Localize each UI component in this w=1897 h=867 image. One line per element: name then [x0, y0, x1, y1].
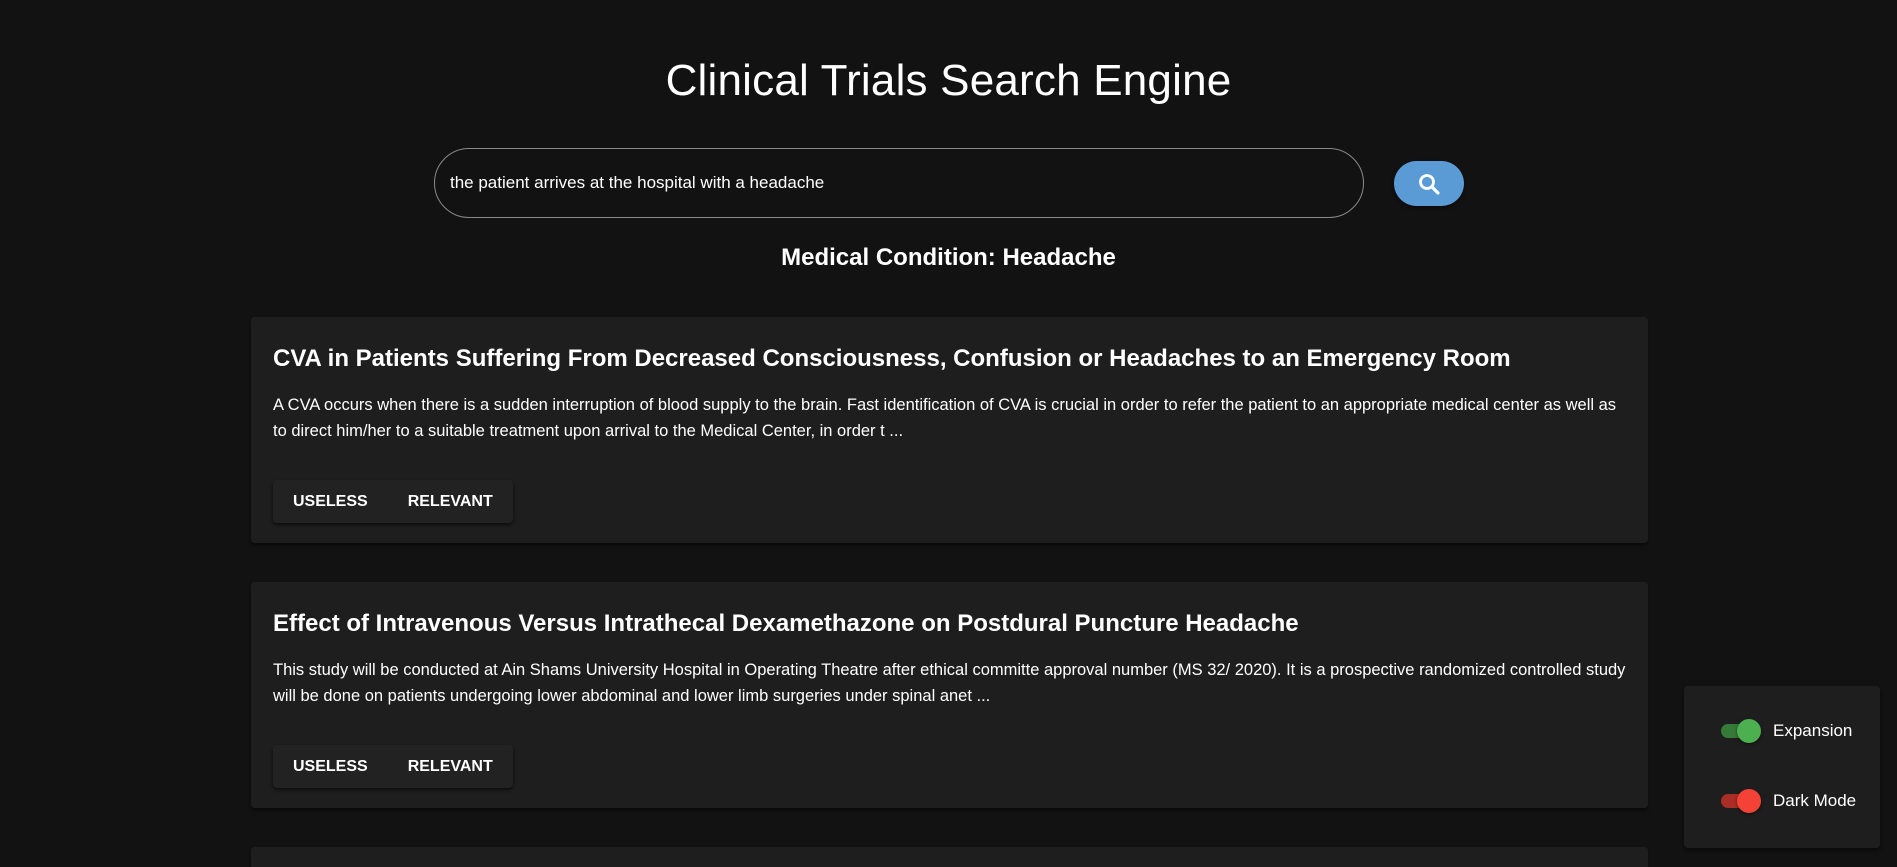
search-button[interactable]: [1394, 161, 1464, 206]
relevant-button[interactable]: RELEVANT: [388, 745, 513, 788]
useless-button[interactable]: USELESS: [273, 480, 388, 523]
search-icon: [1419, 173, 1440, 195]
result-title: Effect of Intravenous Versus Intrathecal…: [273, 610, 1299, 637]
result-actions: USELESS RELEVANT: [273, 745, 513, 788]
search-input[interactable]: [434, 148, 1364, 218]
dark-mode-label: Dark Mode: [1773, 791, 1857, 810]
dark-mode-toggle-row: Dark Mode: [1719, 789, 1856, 813]
expansion-toggle-thumb: [1737, 719, 1761, 743]
expansion-toggle[interactable]: [1719, 719, 1761, 743]
result-title: CVA in Patients Suffering From Decreased…: [273, 345, 1511, 372]
page-title: Clinical Trials Search Engine: [665, 56, 1232, 105]
medical-condition-label: Medical Condition: Headache: [781, 244, 1116, 271]
result-description: This study will be conducted at Ain Sham…: [273, 660, 1626, 705]
expansion-toggle-row: Expansion: [1719, 719, 1852, 743]
result-description: A CVA occurs when there is a sudden inte…: [273, 395, 1617, 440]
relevant-button[interactable]: RELEVANT: [388, 480, 513, 523]
result-actions: USELESS RELEVANT: [273, 480, 513, 523]
result-card: [251, 847, 1648, 867]
dark-mode-toggle-thumb: [1737, 789, 1761, 813]
dark-mode-toggle[interactable]: [1719, 789, 1761, 813]
expansion-label: Expansion: [1773, 721, 1853, 740]
result-card: CVA in Patients Suffering From Decreased…: [251, 317, 1648, 543]
useless-button[interactable]: USELESS: [273, 745, 388, 788]
settings-panel: Expansion Dark Mode: [1684, 686, 1880, 848]
page: Clinical Trials Search Engine Medical Co…: [0, 0, 1897, 867]
result-card: Effect of Intravenous Versus Intrathecal…: [251, 582, 1648, 808]
